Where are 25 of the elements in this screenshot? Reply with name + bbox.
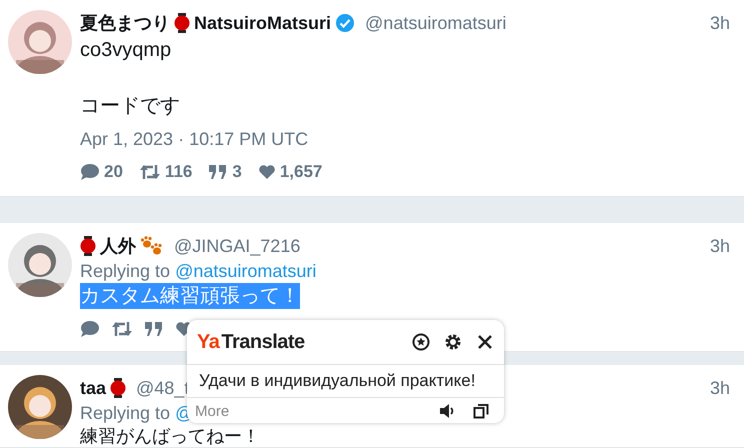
- user-name[interactable]: taa: [80, 378, 106, 398]
- user-name[interactable]: 人外: [100, 234, 136, 258]
- replying-label: Replying to: [80, 260, 170, 283]
- stat-count: 3: [232, 162, 242, 182]
- timestamp: 3h: [710, 378, 730, 398]
- stat-count: 116: [164, 162, 192, 182]
- user-handle[interactable]: @natsuiromatsuri: [365, 12, 506, 34]
- tweet-date: Apr 1, 2023 · 10:17 PM UTC: [80, 128, 310, 151]
- mention-link[interactable]: @natsuiromatsuri: [175, 259, 316, 283]
- translation-text: Удачи в индивидуальной практике!: [187, 365, 504, 398]
- timestamp: 3h: [710, 12, 730, 34]
- timestamp: 3h: [710, 236, 730, 256]
- tweet-text: カスタム練習頑張って！: [80, 283, 300, 309]
- user-handle[interactable]: @48_t: [136, 378, 190, 398]
- tweet-text: コードです: [80, 95, 180, 117]
- more-link[interactable]: More: [195, 402, 230, 420]
- translate-logo: YaTranslate: [197, 330, 305, 354]
- user-name[interactable]: NatsuiroMatsuri: [194, 12, 332, 34]
- tweet-text: 練習がんばってねー！: [80, 426, 260, 446]
- stat-count: 20: [104, 162, 123, 182]
- replying-label: Replying to: [80, 402, 170, 425]
- user-name[interactable]: 夏色まつり: [80, 11, 170, 35]
- tweet-text: co3vyqmp: [80, 39, 172, 61]
- stat-count: 1,657: [280, 162, 322, 182]
- user-handle[interactable]: @JINGAI_7216: [174, 236, 300, 256]
